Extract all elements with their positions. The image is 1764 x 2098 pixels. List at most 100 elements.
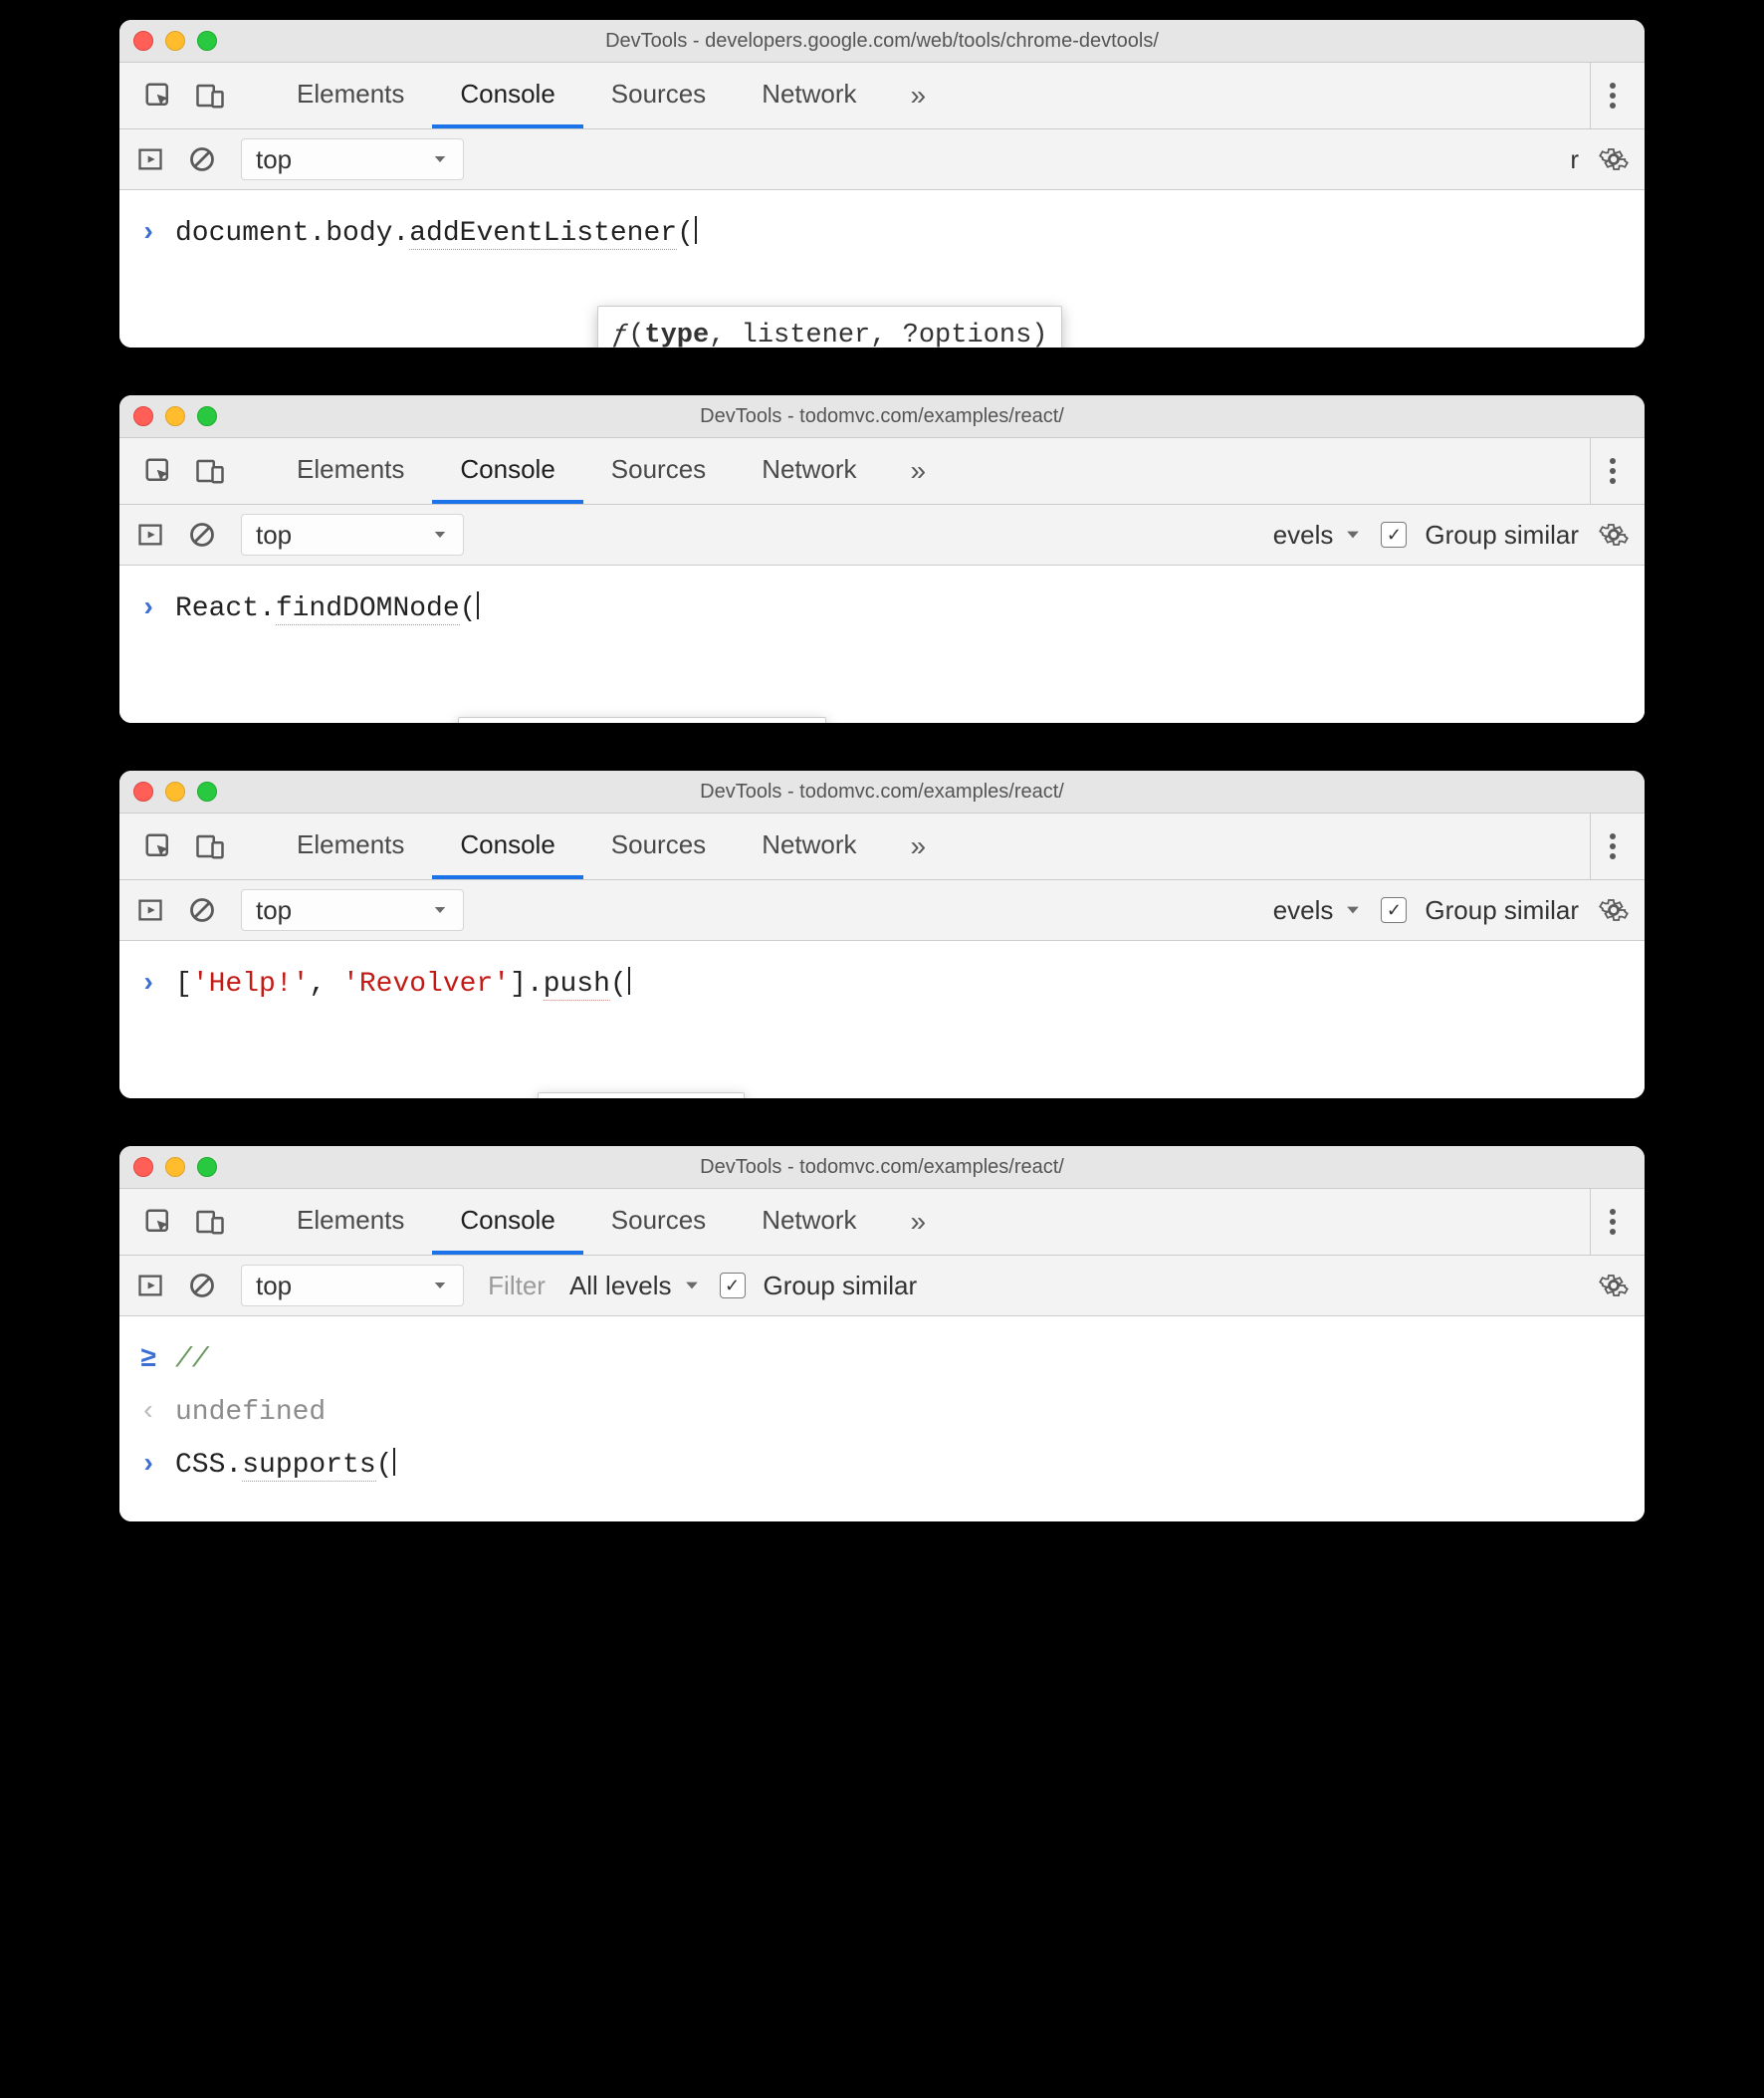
console-code[interactable]: React.findDOMNode(	[175, 587, 479, 632]
close-window-icon[interactable]	[133, 31, 153, 51]
console-line: ≥ //	[133, 1334, 1631, 1387]
inspect-element-icon[interactable]	[141, 79, 175, 113]
devtools-menu-icon[interactable]	[1590, 1189, 1635, 1255]
close-window-icon[interactable]	[133, 406, 153, 426]
log-levels-dropdown[interactable]: evels	[1273, 895, 1364, 926]
devtools-window: DevTools - todomvc.com/examples/react/ E…	[119, 395, 1645, 723]
console-line: ‹ undefined	[133, 1387, 1631, 1440]
zoom-window-icon[interactable]	[197, 782, 217, 802]
toggle-device-toolbar-icon[interactable]	[193, 454, 227, 488]
zoom-window-icon[interactable]	[197, 406, 217, 426]
clear-console-icon[interactable]	[185, 1269, 219, 1302]
window-title: DevTools - developers.google.com/web/too…	[119, 30, 1645, 53]
tab-console[interactable]: Console	[432, 1189, 582, 1255]
clear-console-icon[interactable]	[185, 518, 219, 552]
obscured-text: r	[1570, 144, 1579, 175]
toggle-console-sidebar-icon[interactable]	[133, 518, 167, 552]
console-line[interactable]: › document.body.addEventListener(	[133, 208, 1631, 261]
toggle-device-toolbar-icon[interactable]	[193, 1205, 227, 1239]
tab-sources[interactable]: Sources	[583, 1189, 734, 1255]
window-titlebar[interactable]: DevTools - todomvc.com/examples/react/	[119, 395, 1645, 438]
tab-elements[interactable]: Elements	[269, 1189, 432, 1255]
execution-context-dropdown[interactable]: top	[241, 138, 464, 180]
console-output[interactable]: ƒ(conditionText)ƒ(property, value) ≥ // …	[119, 1316, 1645, 1521]
tabs-overflow-icon[interactable]: »	[885, 63, 953, 128]
console-gutter-icon: ›	[137, 212, 159, 257]
devtools-tabstrip: Elements Console Sources Network »	[119, 438, 1645, 505]
group-similar-checkbox[interactable]: ✓	[1381, 522, 1407, 548]
tab-console[interactable]: Console	[432, 814, 582, 879]
window-titlebar[interactable]: DevTools - todomvc.com/examples/react/	[119, 1146, 1645, 1189]
toggle-console-sidebar-icon[interactable]	[133, 1269, 167, 1302]
devtools-menu-icon[interactable]	[1590, 438, 1635, 504]
tabs-overflow-icon[interactable]: »	[885, 814, 953, 879]
tab-sources[interactable]: Sources	[583, 438, 734, 504]
tabs-overflow-icon[interactable]: »	[885, 1189, 953, 1255]
zoom-window-icon[interactable]	[197, 31, 217, 51]
toggle-device-toolbar-icon[interactable]	[193, 829, 227, 863]
chevron-down-icon	[431, 901, 449, 919]
console-line[interactable]: › CSS.supports(	[133, 1440, 1631, 1493]
tab-sources[interactable]: Sources	[583, 814, 734, 879]
clear-console-icon[interactable]	[185, 893, 219, 927]
signature-tooltip: ƒ(componentOrElement)	[458, 717, 826, 723]
console-code[interactable]: CSS.supports(	[175, 1444, 395, 1489]
tab-network[interactable]: Network	[734, 63, 884, 128]
tab-elements[interactable]: Elements	[269, 814, 432, 879]
console-output[interactable]: ƒ(type, listener, ?options) › document.b…	[119, 190, 1645, 348]
console-code[interactable]: document.body.addEventListener(	[175, 212, 697, 257]
window-titlebar[interactable]: DevTools - todomvc.com/examples/react/	[119, 771, 1645, 814]
console-code[interactable]: ['Help!', 'Revolver'].push(	[175, 963, 630, 1008]
execution-context-dropdown[interactable]: top	[241, 514, 464, 556]
console-settings-icon[interactable]	[1597, 518, 1631, 552]
minimize-window-icon[interactable]	[165, 782, 185, 802]
minimize-window-icon[interactable]	[165, 31, 185, 51]
close-window-icon[interactable]	[133, 1157, 153, 1177]
devtools-menu-icon[interactable]	[1590, 814, 1635, 879]
tab-console[interactable]: Console	[432, 63, 582, 128]
close-window-icon[interactable]	[133, 782, 153, 802]
console-settings-icon[interactable]	[1597, 142, 1631, 176]
minimize-window-icon[interactable]	[165, 1157, 185, 1177]
tab-sources[interactable]: Sources	[583, 63, 734, 128]
console-line[interactable]: › React.findDOMNode(	[133, 583, 1631, 636]
log-levels-dropdown[interactable]: evels	[1273, 520, 1364, 551]
console-gutter-icon: ‹	[137, 1391, 159, 1436]
console-settings-icon[interactable]	[1597, 1269, 1631, 1302]
console-toolbar: top Filter All levels ✓ Group similar	[119, 1256, 1645, 1316]
tab-network[interactable]: Network	[734, 438, 884, 504]
window-title: DevTools - todomvc.com/examples/react/	[119, 781, 1645, 804]
group-similar-checkbox[interactable]: ✓	[1381, 897, 1407, 923]
toggle-console-sidebar-icon[interactable]	[133, 142, 167, 176]
console-output[interactable]: ƒ(componentOrElement) › React.findDOMNod…	[119, 566, 1645, 723]
console-settings-icon[interactable]	[1597, 893, 1631, 927]
devtools-menu-icon[interactable]	[1590, 63, 1635, 128]
inspect-element-icon[interactable]	[141, 454, 175, 488]
tab-elements[interactable]: Elements	[269, 63, 432, 128]
execution-context-dropdown[interactable]: top	[241, 889, 464, 931]
minimize-window-icon[interactable]	[165, 406, 185, 426]
window-title: DevTools - todomvc.com/examples/react/	[119, 1156, 1645, 1179]
toggle-console-sidebar-icon[interactable]	[133, 893, 167, 927]
devtools-window: DevTools - todomvc.com/examples/react/ E…	[119, 771, 1645, 1098]
devtools-window: DevTools - todomvc.com/examples/react/ E…	[119, 1146, 1645, 1521]
tab-network[interactable]: Network	[734, 1189, 884, 1255]
inspect-element-icon[interactable]	[141, 829, 175, 863]
tab-console[interactable]: Console	[432, 438, 582, 504]
console-output[interactable]: ƒ(...items) › ['Help!', 'Revolver'].push…	[119, 941, 1645, 1098]
tabs-overflow-icon[interactable]: »	[885, 438, 953, 504]
clear-console-icon[interactable]	[185, 142, 219, 176]
zoom-window-icon[interactable]	[197, 1157, 217, 1177]
window-titlebar[interactable]: DevTools - developers.google.com/web/too…	[119, 20, 1645, 63]
window-title: DevTools - todomvc.com/examples/react/	[119, 405, 1645, 428]
toggle-device-toolbar-icon[interactable]	[193, 79, 227, 113]
console-line[interactable]: › ['Help!', 'Revolver'].push(	[133, 959, 1631, 1012]
console-gutter-icon: ›	[137, 1444, 159, 1489]
group-similar-checkbox[interactable]: ✓	[720, 1273, 746, 1298]
filter-input[interactable]: Filter	[482, 1271, 551, 1301]
log-levels-dropdown[interactable]: All levels	[569, 1271, 702, 1301]
inspect-element-icon[interactable]	[141, 1205, 175, 1239]
tab-elements[interactable]: Elements	[269, 438, 432, 504]
execution-context-dropdown[interactable]: top	[241, 1265, 464, 1306]
tab-network[interactable]: Network	[734, 814, 884, 879]
